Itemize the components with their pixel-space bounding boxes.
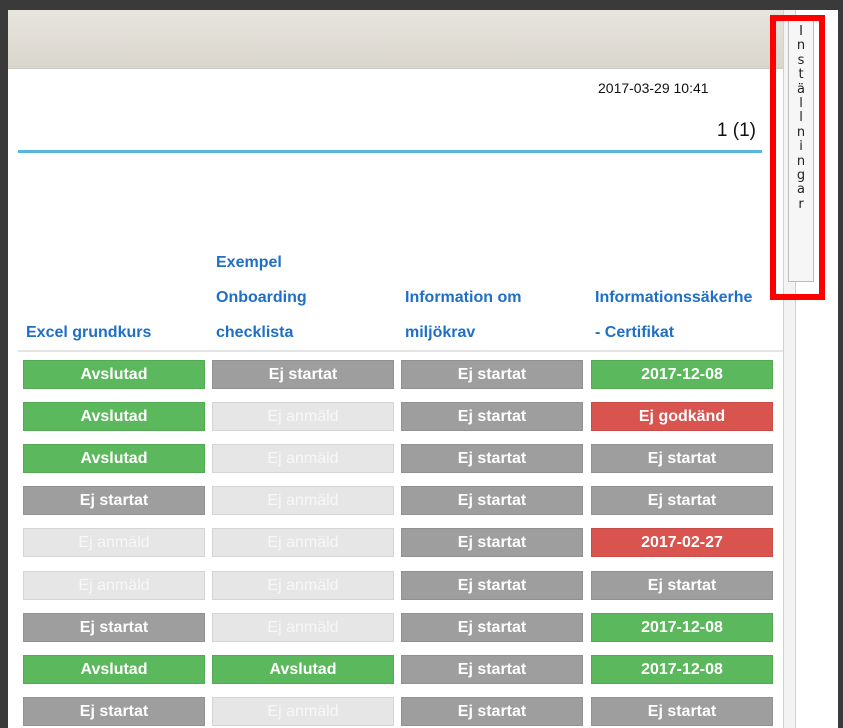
column-header-miljokrav[interactable]: Information om miljökrav [405,250,585,350]
status-cell[interactable]: Ej anmäld [212,528,394,557]
column-header-informationssakerhet[interactable]: Informationssäkerhe - Certifikat [595,250,778,350]
status-cell[interactable]: Ej anmäld [212,613,394,642]
status-cell[interactable]: Ej startat [401,697,583,726]
status-cell[interactable]: Avslutad [23,444,205,473]
status-cell[interactable]: Ej startat [401,528,583,557]
status-cell[interactable]: 2017-12-08 [591,613,773,642]
status-cell[interactable]: Avslutad [23,402,205,431]
column-header-line: - Certifikat [595,324,675,341]
status-cell[interactable]: Ej startat [401,613,583,642]
status-cell[interactable]: Ej startat [401,571,583,600]
window-frame: 2017-03-29 10:41 1 (1) Excel grundkurs E… [0,0,843,728]
status-cell[interactable]: Ej anmäld [212,486,394,515]
status-cell[interactable]: Ej startat [591,486,773,515]
status-cell[interactable]: Ej godkänd [591,402,773,431]
status-cell[interactable]: Ej startat [23,613,205,642]
status-cell[interactable]: Avslutad [212,655,394,684]
column-header-line: miljökrav [405,324,476,341]
status-cell[interactable]: Ej startat [212,360,394,389]
status-cell[interactable]: Ej startat [401,402,583,431]
status-cell[interactable]: Ej startat [23,697,205,726]
column-header-onboarding[interactable]: Exempel Onboarding checklista [216,215,396,350]
status-cell[interactable]: Ej anmäld [212,402,394,431]
status-cell[interactable]: 2017-02-27 [591,528,773,557]
highlight-box [770,15,825,300]
column-header-line: Information om [405,289,522,306]
column-header-line: Excel grundkurs [26,324,152,341]
header-separator [18,350,783,352]
status-cell[interactable]: Ej startat [591,444,773,473]
page-indicator: 1 (1) [716,120,756,141]
status-cell[interactable]: Ej startat [591,571,773,600]
status-cell[interactable]: Ej anmäld [23,528,205,557]
status-cell[interactable]: Ej startat [401,486,583,515]
column-header-excel-grundkurs[interactable]: Excel grundkurs [26,250,206,350]
column-header-line: checklista [216,324,294,341]
toolbar [8,10,783,69]
status-cell[interactable]: Ej startat [591,697,773,726]
status-cell[interactable]: Ej anmäld [212,444,394,473]
status-cell[interactable]: 2017-12-08 [591,360,773,389]
status-cell[interactable]: Ej startat [401,444,583,473]
report-datetime: 2017-03-29 10:41 [598,80,709,96]
status-cell[interactable]: Ej anmäld [23,571,205,600]
header-divider [18,150,762,153]
status-cell[interactable]: Ej startat [401,655,583,684]
status-cell[interactable]: Avslutad [23,360,205,389]
column-header-line: Onboarding [216,289,307,306]
status-cell[interactable]: Ej anmäld [212,571,394,600]
column-header-line: Informationssäkerhe [595,289,753,306]
status-cell[interactable]: Ej startat [401,360,583,389]
status-cell[interactable]: Ej startat [23,486,205,515]
status-cell[interactable]: Ej anmäld [212,697,394,726]
status-cell[interactable]: Avslutad [23,655,205,684]
report-panel: 2017-03-29 10:41 1 (1) Excel grundkurs E… [8,10,838,728]
column-header-line: Exempel [216,254,282,271]
status-cell[interactable]: 2017-12-08 [591,655,773,684]
